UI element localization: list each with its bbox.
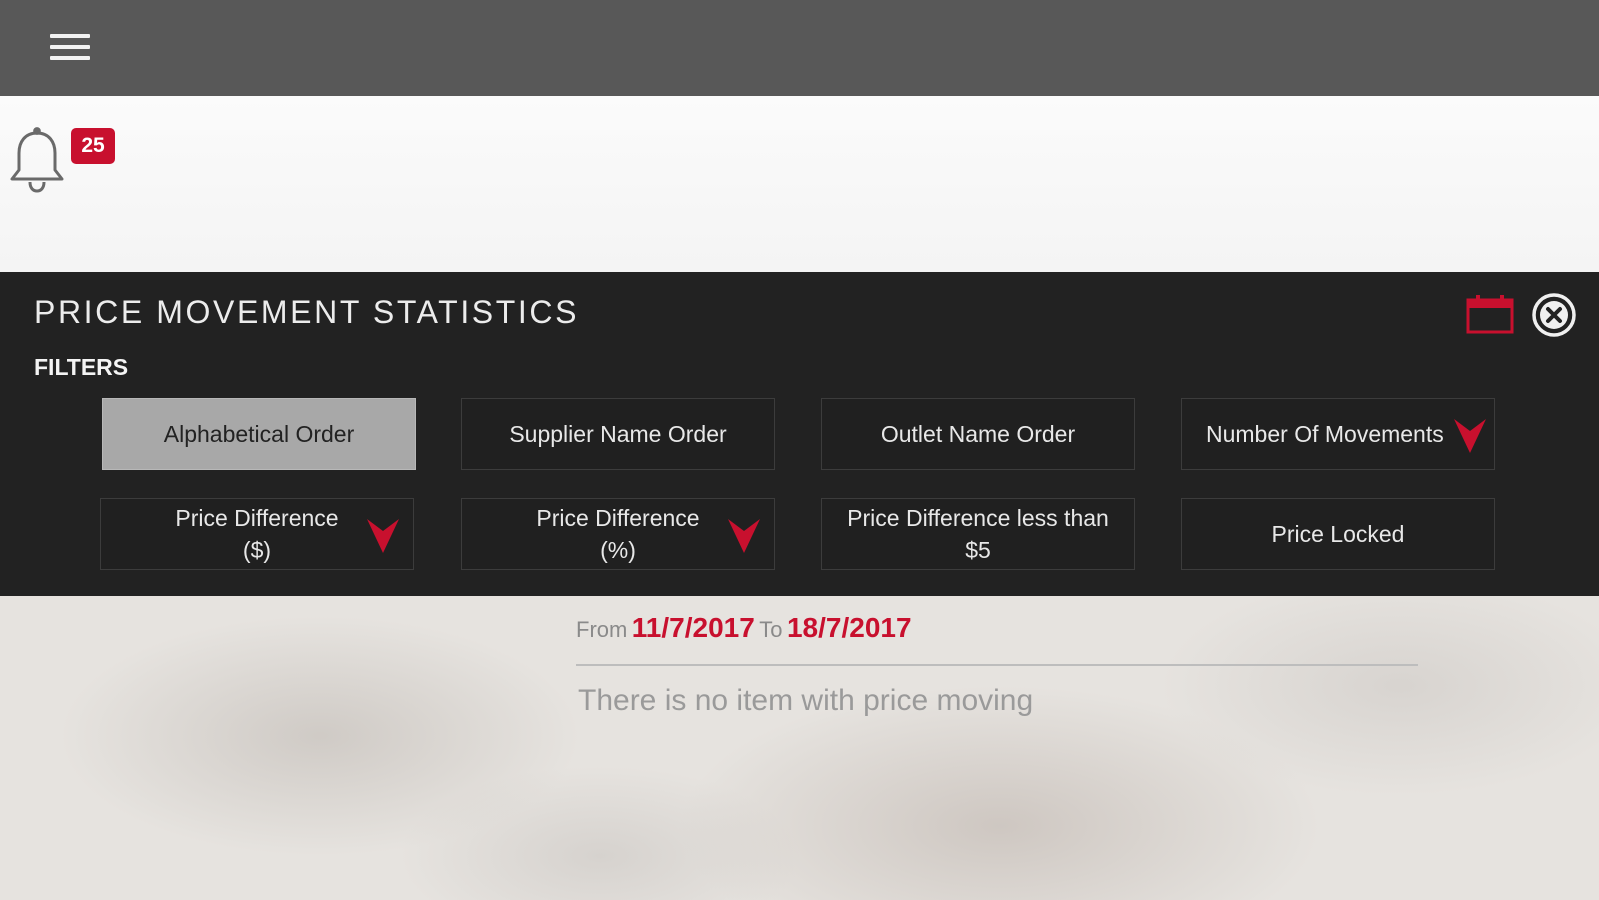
sort-arrow-down-icon xyxy=(728,519,760,553)
empty-state-message: There is no item with price moving xyxy=(578,684,1034,717)
filter-supplier-name-order[interactable]: Supplier Name Order xyxy=(461,398,775,470)
close-circle-icon[interactable] xyxy=(1531,292,1577,338)
filter-label: Outlet Name Order xyxy=(880,421,1076,447)
filter-label: Price Difference ($) xyxy=(175,505,339,563)
filters-heading: FILTERS xyxy=(34,354,129,380)
filter-number-of-movements[interactable]: Number Of Movements xyxy=(1181,398,1495,470)
filter-label: Supplier Name Order xyxy=(509,421,727,447)
filter-label: Number Of Movements xyxy=(1206,421,1444,447)
top-bar xyxy=(0,0,1599,96)
to-date[interactable]: 18/7/2017 xyxy=(787,612,912,643)
date-range: From 11/7/2017 To 18/7/2017 xyxy=(576,612,912,644)
divider xyxy=(576,664,1418,666)
sort-arrow-down-icon xyxy=(367,519,399,553)
panel-title: PRICE MOVEMENT STATISTICS xyxy=(34,294,580,330)
bell-icon[interactable] xyxy=(6,126,68,196)
header-area: 25 xyxy=(0,96,1599,272)
filter-alphabetical-order[interactable]: Alphabetical Order xyxy=(102,398,416,470)
to-label: To xyxy=(759,617,783,642)
calendar-icon[interactable] xyxy=(1466,294,1514,334)
filter-label: Alphabetical Order xyxy=(163,421,355,447)
from-date[interactable]: 11/7/2017 xyxy=(632,612,755,643)
filter-label: Price Difference less than $5 xyxy=(847,505,1109,563)
filter-price-difference-less-than-5[interactable]: Price Difference less than $5 xyxy=(821,498,1135,570)
filter-label: Price Locked xyxy=(1271,521,1405,547)
filter-label: Price Difference (%) xyxy=(536,505,700,563)
notification-count-badge: 25 xyxy=(71,128,115,164)
filter-outlet-name-order[interactable]: Outlet Name Order xyxy=(821,398,1135,470)
results-area: From 11/7/2017 To 18/7/2017 There is no … xyxy=(0,596,1599,900)
sort-arrow-down-icon xyxy=(1454,419,1486,453)
filter-price-locked[interactable]: Price Locked xyxy=(1181,498,1495,570)
filter-price-difference-percent[interactable]: Price Difference (%) xyxy=(461,498,775,570)
from-label: From xyxy=(576,617,628,642)
filter-price-difference-dollar[interactable]: Price Difference ($) xyxy=(100,498,414,570)
hamburger-menu-icon[interactable] xyxy=(50,32,92,64)
price-movement-panel: PRICE MOVEMENT STATISTICS FILTERS Alphab… xyxy=(0,272,1599,596)
